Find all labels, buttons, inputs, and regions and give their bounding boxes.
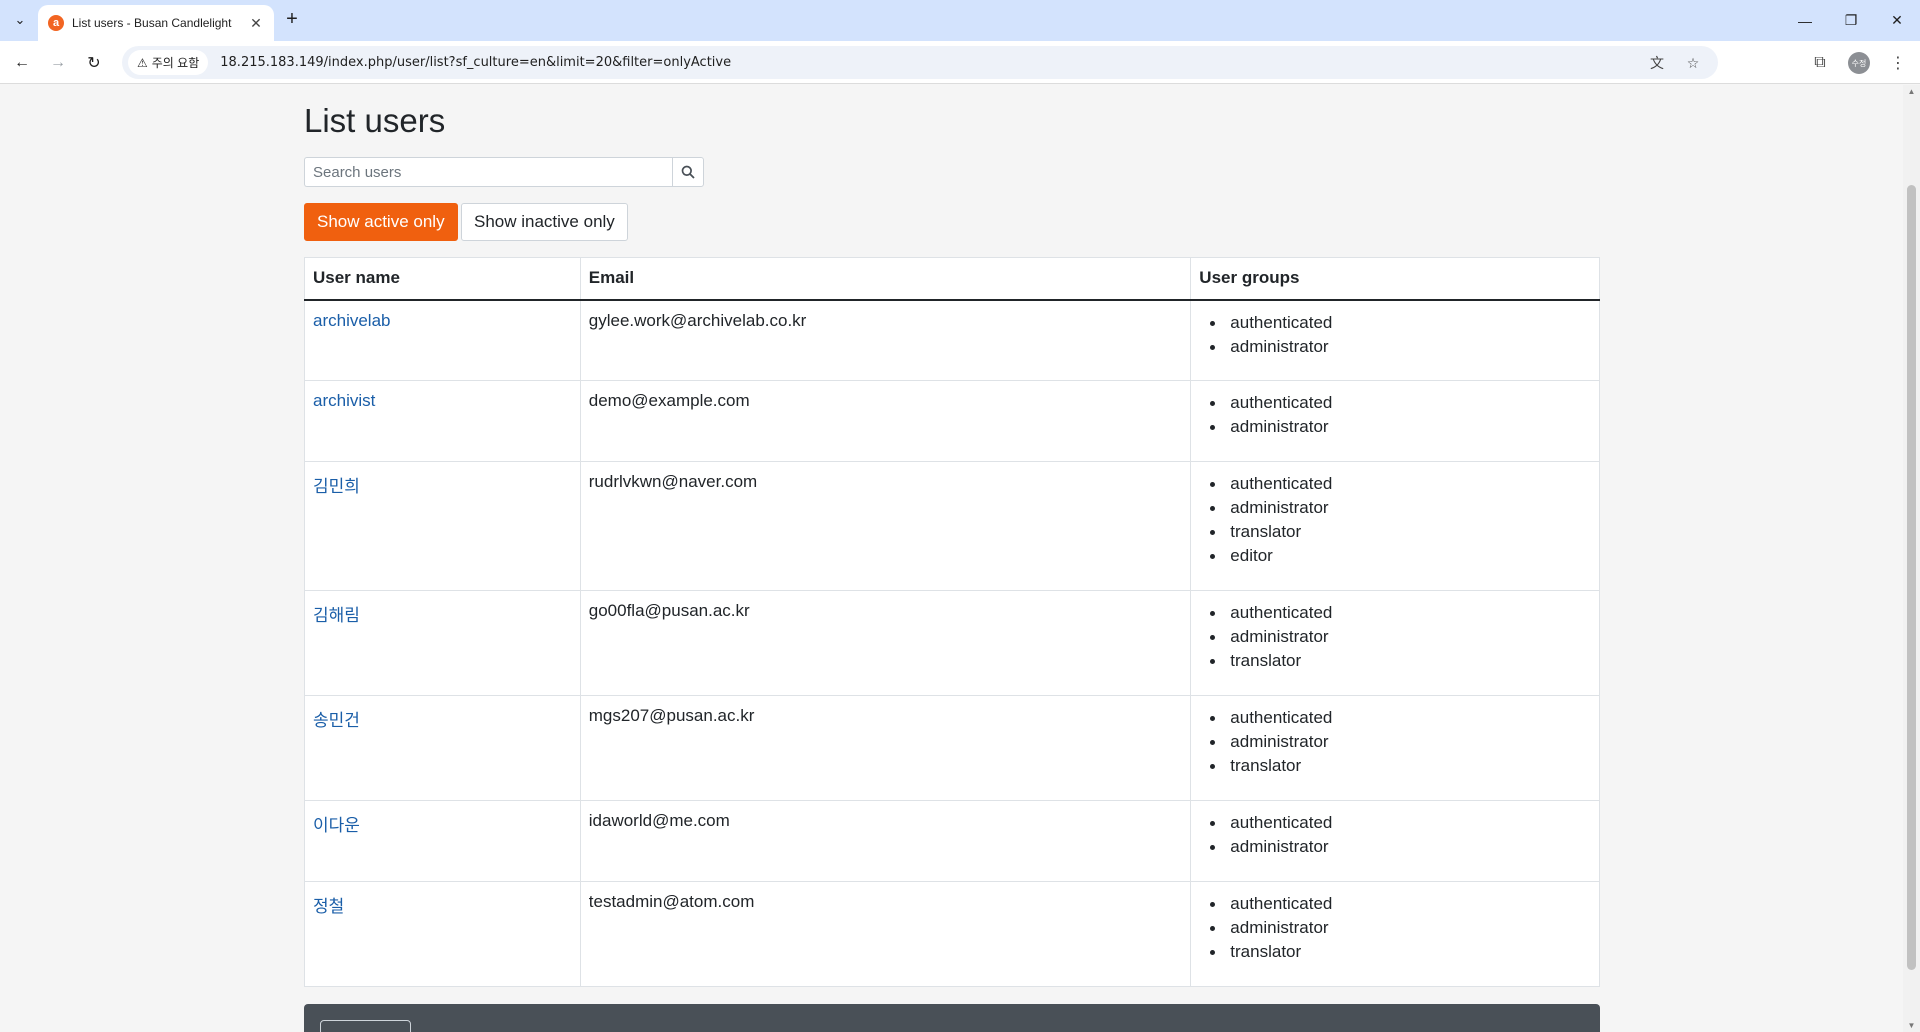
forward-icon[interactable]: → xyxy=(44,49,72,77)
group-item: authenticated xyxy=(1199,311,1591,335)
tab-title: List users - Busan Candlelight xyxy=(72,16,232,30)
extensions-icon[interactable]: ⧉ xyxy=(1806,49,1834,77)
group-item: authenticated xyxy=(1199,601,1591,625)
group-item: administrator xyxy=(1199,916,1591,940)
window-controls: — ❐ ✕ xyxy=(1782,0,1920,41)
user-groups-list: authenticated administrator translator xyxy=(1199,892,1591,964)
user-groups-list: authenticated administrator translator e… xyxy=(1199,472,1591,568)
tab-search-icon[interactable]: ⌄ xyxy=(8,8,32,32)
group-item: administrator xyxy=(1199,335,1591,359)
user-link[interactable]: 정철 xyxy=(313,897,344,916)
user-link[interactable]: 김민희 xyxy=(313,477,360,496)
group-item: administrator xyxy=(1199,730,1591,754)
reload-icon[interactable]: ↻ xyxy=(80,49,108,77)
group-item: administrator xyxy=(1199,496,1591,520)
group-item: translator xyxy=(1199,754,1591,778)
show-inactive-button[interactable]: Show inactive only xyxy=(461,203,628,241)
table-row: 김민희 rudrlvkwn@naver.com authenticated ad… xyxy=(304,461,1600,591)
page-scrollbar[interactable]: ▲ ▼ xyxy=(1903,85,1920,1032)
browser-tab-strip: ⌄ a List users - Busan Candlelight ✕ + —… xyxy=(0,0,1920,41)
group-item: administrator xyxy=(1199,835,1591,859)
group-item: translator xyxy=(1199,940,1591,964)
user-link[interactable]: 송민건 xyxy=(313,711,360,730)
user-email: idaworld@me.com xyxy=(579,800,1192,882)
search-form xyxy=(304,157,704,187)
group-item: authenticated xyxy=(1199,892,1591,916)
search-input[interactable] xyxy=(304,157,672,187)
user-email: go00fla@pusan.ac.kr xyxy=(579,590,1192,696)
user-groups-list: authenticated administrator xyxy=(1199,811,1591,859)
bookmark-star-icon[interactable]: ☆ xyxy=(1680,50,1706,76)
table-row: 김해림 go00fla@pusan.ac.kr authenticated ad… xyxy=(304,590,1600,696)
browser-toolbar: ← → ↻ ⚠ 주의 요함 18.215.183.149/index.php/u… xyxy=(0,41,1920,84)
group-item: translator xyxy=(1199,649,1591,673)
site-favicon-icon: a xyxy=(48,15,64,31)
group-item: authenticated xyxy=(1199,706,1591,730)
window-close-icon[interactable]: ✕ xyxy=(1874,0,1920,41)
table-row: archivelab gylee.work@archivelab.co.kr a… xyxy=(304,299,1600,381)
group-item: translator xyxy=(1199,520,1591,544)
url-text[interactable]: 18.215.183.149/index.php/user/list?sf_cu… xyxy=(220,55,731,70)
security-chip[interactable]: ⚠ 주의 요함 xyxy=(128,50,209,75)
user-email: demo@example.com xyxy=(579,380,1192,462)
user-groups-list: authenticated administrator xyxy=(1199,391,1591,439)
actions-bar xyxy=(304,1004,1600,1032)
new-tab-icon[interactable]: + xyxy=(280,8,304,32)
user-email: mgs207@pusan.ac.kr xyxy=(579,695,1192,801)
table-row: 정철 testadmin@atom.com authenticated admi… xyxy=(304,881,1600,987)
table-row: archivist demo@example.com authenticated… xyxy=(304,380,1600,462)
user-groups-list: authenticated administrator translator xyxy=(1199,601,1591,673)
add-new-button[interactable] xyxy=(320,1020,411,1032)
browser-tab[interactable]: a List users - Busan Candlelight ✕ xyxy=(38,5,274,41)
tab-close-icon[interactable]: ✕ xyxy=(248,15,264,32)
group-item: authenticated xyxy=(1199,391,1591,415)
search-button[interactable] xyxy=(672,157,704,187)
group-item: administrator xyxy=(1199,415,1591,439)
user-link[interactable]: 김해림 xyxy=(313,606,360,625)
user-email: rudrlvkwn@naver.com xyxy=(579,461,1192,591)
scroll-down-icon[interactable]: ▼ xyxy=(1907,1021,1916,1030)
table-row: 이다운 idaworld@me.com authenticated admini… xyxy=(304,800,1600,882)
page-content: List users Show active only Show inactiv… xyxy=(0,85,1903,1032)
user-groups-list: authenticated administrator xyxy=(1199,311,1591,359)
group-item: administrator xyxy=(1199,625,1591,649)
scroll-up-icon[interactable]: ▲ xyxy=(1907,87,1916,96)
scrollbar-thumb[interactable] xyxy=(1907,185,1916,970)
translate-icon[interactable]: 文 xyxy=(1644,50,1670,76)
restore-icon[interactable]: ❐ xyxy=(1828,0,1874,41)
users-table: User name Email User groups archivelab g… xyxy=(304,257,1600,987)
header-groups: User groups xyxy=(1190,257,1600,301)
search-icon xyxy=(681,165,695,179)
group-item: authenticated xyxy=(1199,472,1591,496)
show-active-button[interactable]: Show active only xyxy=(304,203,458,241)
user-link[interactable]: archivelab xyxy=(313,311,391,330)
minimize-icon[interactable]: — xyxy=(1782,0,1828,41)
profile-avatar[interactable]: 수정 xyxy=(1848,52,1870,74)
warning-icon: ⚠ xyxy=(137,55,148,70)
table-header-row: User name Email User groups xyxy=(304,257,1600,301)
user-link[interactable]: archivist xyxy=(313,391,375,410)
user-link[interactable]: 이다운 xyxy=(313,816,360,835)
page-title: List users xyxy=(304,102,446,139)
header-email: Email xyxy=(579,257,1192,301)
user-groups-list: authenticated administrator translator xyxy=(1199,706,1591,778)
user-email: gylee.work@archivelab.co.kr xyxy=(579,299,1192,381)
address-bar[interactable]: ⚠ 주의 요함 18.215.183.149/index.php/user/li… xyxy=(122,46,1718,79)
more-menu-icon[interactable]: ⋮ xyxy=(1884,49,1912,77)
back-icon[interactable]: ← xyxy=(8,49,36,77)
table-row: 송민건 mgs207@pusan.ac.kr authenticated adm… xyxy=(304,695,1600,801)
security-label: 주의 요함 xyxy=(151,56,200,70)
group-item: editor xyxy=(1199,544,1591,568)
group-item: authenticated xyxy=(1199,811,1591,835)
user-email: testadmin@atom.com xyxy=(579,881,1192,987)
header-username: User name xyxy=(304,257,581,301)
